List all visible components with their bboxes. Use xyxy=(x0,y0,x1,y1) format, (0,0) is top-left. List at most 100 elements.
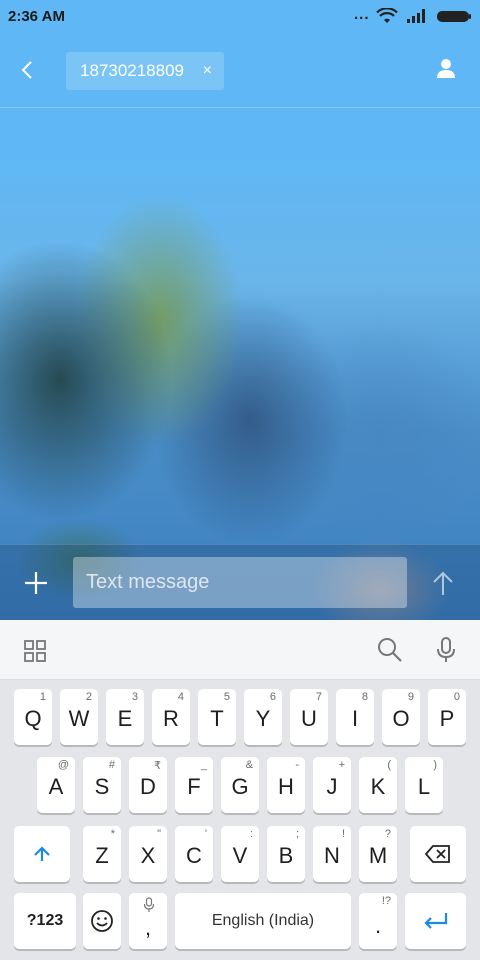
voice-hint-icon xyxy=(143,897,155,912)
key-label: S xyxy=(94,774,110,799)
search-icon[interactable] xyxy=(376,636,404,664)
key-y[interactable]: 6Y xyxy=(244,689,282,745)
back-arrow-icon[interactable] xyxy=(14,56,42,84)
key-hint: 3 xyxy=(131,691,138,703)
emoji-icon xyxy=(91,910,113,932)
contact-icon[interactable] xyxy=(434,56,458,80)
conversation-header: 18730218809 × xyxy=(0,34,480,108)
key-label: V xyxy=(232,843,248,868)
status-time: 2:36 AM xyxy=(8,8,65,25)
space-key[interactable]: English (India) xyxy=(175,893,351,949)
key-label: H xyxy=(278,774,294,799)
key-a[interactable]: @ A xyxy=(37,757,75,813)
key-label: P xyxy=(439,706,455,731)
key-hint: ' xyxy=(204,828,207,840)
key-label: C xyxy=(186,843,202,868)
add-attachment-icon[interactable] xyxy=(22,569,50,597)
key-hint: ! xyxy=(341,828,345,840)
key-v[interactable]: :V xyxy=(221,826,259,882)
symbols-key-label: ?123 xyxy=(26,912,64,929)
key-hint: ; xyxy=(295,828,299,840)
symbols-key[interactable]: ?123 xyxy=(14,893,76,949)
key-label: I xyxy=(351,706,359,731)
microphone-icon[interactable] xyxy=(434,636,458,664)
key-hint: & xyxy=(245,759,253,771)
key-hint: 8 xyxy=(361,691,368,703)
apps-grid-icon[interactable] xyxy=(24,640,46,662)
remove-recipient-icon[interactable]: × xyxy=(203,52,212,90)
key-label: Q xyxy=(24,706,42,731)
status-bar: 2:36 AM ... xyxy=(0,0,480,34)
signal-icon xyxy=(407,9,425,23)
key-label: L xyxy=(417,774,431,799)
keyboard: 1Q2W3E4R5T6Y7U8I9O0P @ A # S ₹ D _ F & G - H + J(K) L … xyxy=(0,680,480,960)
key-hint: ( xyxy=(387,759,391,771)
comma-key-label: , xyxy=(144,915,152,940)
key-label: F xyxy=(187,774,201,799)
notification-dots-icon: ... xyxy=(354,6,370,23)
key-label: X xyxy=(140,843,156,868)
key-x[interactable]: " X xyxy=(129,826,167,882)
key-label: K xyxy=(370,774,386,799)
recipient-chip[interactable]: 18730218809 × xyxy=(66,52,224,90)
key-hint: : xyxy=(249,828,253,840)
key-c[interactable]: ' C xyxy=(175,826,213,882)
key-hint: - xyxy=(295,759,299,771)
send-arrow-icon[interactable] xyxy=(430,569,456,597)
key-j[interactable]: + J xyxy=(313,757,351,813)
key-b[interactable]: ; B xyxy=(267,826,305,882)
emoji-key[interactable] xyxy=(83,893,121,949)
key-label: O xyxy=(392,706,410,731)
key-s[interactable]: # S xyxy=(83,757,121,813)
key-hint: 9 xyxy=(407,691,414,703)
battery-icon xyxy=(437,11,471,22)
key-r[interactable]: 4R xyxy=(152,689,190,745)
key-z[interactable]: * Z xyxy=(83,826,121,882)
key-hint: 2 xyxy=(85,691,92,703)
comma-key[interactable]: , xyxy=(129,893,167,949)
keyboard-toolbar xyxy=(0,620,480,680)
backspace-icon xyxy=(425,845,450,863)
key-label: T xyxy=(210,706,224,731)
key-label: A xyxy=(48,774,64,799)
compose-bar xyxy=(0,544,480,620)
key-label: B xyxy=(278,843,294,868)
key-label: G xyxy=(231,774,249,799)
key-e[interactable]: 3E xyxy=(106,689,144,745)
key-h[interactable]: -H xyxy=(267,757,305,813)
backspace-key[interactable] xyxy=(410,826,466,882)
enter-key[interactable] xyxy=(405,893,466,949)
key-label: D xyxy=(140,774,156,799)
key-m[interactable]: ? M xyxy=(359,826,397,882)
key-f[interactable]: _ F xyxy=(175,757,213,813)
key-g[interactable]: & G xyxy=(221,757,259,813)
key-label: U xyxy=(301,706,317,731)
key-t[interactable]: 5T xyxy=(198,689,236,745)
key-label: M xyxy=(368,843,388,868)
key-p[interactable]: 0P xyxy=(428,689,466,745)
key-label: R xyxy=(163,706,179,731)
shift-arrow-icon xyxy=(34,846,50,861)
key-i[interactable]: 8I xyxy=(336,689,374,745)
recipient-number: 18730218809 xyxy=(80,61,185,80)
key-label: J xyxy=(326,774,338,799)
key-hint: _ xyxy=(200,759,207,771)
key-n[interactable]: ! N xyxy=(313,826,351,882)
period-key-hint: !? xyxy=(381,895,391,907)
period-key[interactable]: !? . xyxy=(359,893,397,949)
text-message-input[interactable] xyxy=(73,557,407,608)
period-key-label: . xyxy=(374,913,382,938)
key-o[interactable]: 9O xyxy=(382,689,420,745)
key-u[interactable]: 7U xyxy=(290,689,328,745)
key-label: E xyxy=(117,706,133,731)
key-w[interactable]: 2W xyxy=(60,689,98,745)
key-l[interactable]: ) L xyxy=(405,757,443,813)
key-d[interactable]: ₹ D xyxy=(129,757,167,813)
shift-key[interactable] xyxy=(14,826,70,882)
key-label: W xyxy=(68,706,90,731)
key-hint: + xyxy=(338,759,345,771)
key-hint: 7 xyxy=(315,691,322,703)
key-q[interactable]: 1Q xyxy=(14,689,52,745)
key-k[interactable]: (K xyxy=(359,757,397,813)
key-label: N xyxy=(324,843,340,868)
